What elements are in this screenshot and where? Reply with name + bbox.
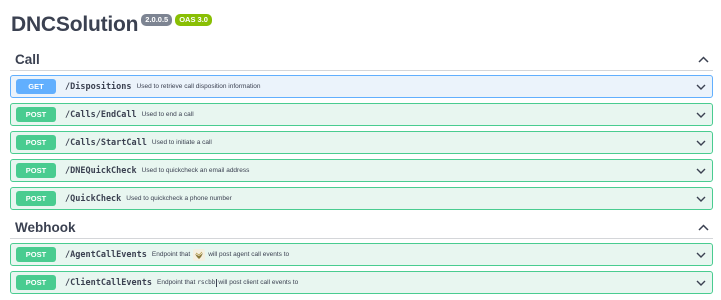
operation-summary: Used to quickcheck a phone number xyxy=(126,195,232,202)
operation-post-client-call-events[interactable]: POST /ClientCallEvents Endpoint that rsc… xyxy=(10,271,713,294)
operation-path: /Calls/StartCall xyxy=(65,137,147,148)
section-webhook[interactable]: Webhook xyxy=(10,217,713,239)
operation-post-agent-call-events[interactable]: POST /AgentCallEvents Endpoint that will… xyxy=(10,243,713,266)
operation-get-dispositions[interactable]: GET /Dispositions Used to retrieve call … xyxy=(10,75,713,98)
section-header-call[interactable]: Call xyxy=(10,49,713,71)
summary-text-after: will post client call events to xyxy=(218,279,299,286)
operation-path: /Calls/EndCall xyxy=(65,109,137,120)
method-badge: POST xyxy=(16,247,56,262)
operation-path: /QuickCheck xyxy=(65,193,122,204)
operation-summary: Used to retrieve call disposition inform… xyxy=(136,83,261,90)
chevron-down-icon[interactable] xyxy=(696,166,706,176)
bird-logo-icon xyxy=(193,248,206,261)
operation-summary: Endpoint that will post agent call event… xyxy=(151,248,290,261)
operation-post-dne-quick-check[interactable]: POST /DNEQuickCheck Used to quickcheck a… xyxy=(10,159,713,182)
section-header-webhook[interactable]: Webhook xyxy=(10,217,713,239)
section-title: Webhook xyxy=(15,220,76,235)
section-title: Call xyxy=(15,52,40,67)
operation-path: /ClientCallEvents xyxy=(65,277,152,288)
chevron-down-icon[interactable] xyxy=(696,110,706,120)
chevron-down-icon[interactable] xyxy=(696,82,706,92)
version-badge: 2.0.0.5 xyxy=(141,14,173,26)
method-badge: POST xyxy=(16,135,56,150)
summary-text-before: Endpoint that xyxy=(151,251,191,258)
summary-code: rscbb xyxy=(197,279,216,286)
api-header: DNCSolution 2.0.0.5 OAS 3.0 xyxy=(11,12,212,38)
operation-summary: Used to initiate a call xyxy=(151,139,212,146)
operation-path: /Dispositions xyxy=(65,81,132,92)
method-badge: GET xyxy=(16,79,56,94)
method-badge: POST xyxy=(16,275,56,290)
summary-text-after: will post agent call events to xyxy=(208,251,290,258)
chevron-up-icon[interactable] xyxy=(697,222,709,234)
api-title: DNCSolution xyxy=(11,13,139,36)
method-badge: POST xyxy=(16,163,56,178)
method-badge: POST xyxy=(16,191,56,206)
operation-post-end-call[interactable]: POST /Calls/EndCall Used to end a call xyxy=(10,103,713,126)
chevron-down-icon[interactable] xyxy=(696,194,706,204)
operation-post-start-call[interactable]: POST /Calls/StartCall Used to initiate a… xyxy=(10,131,713,154)
operation-summary: Used to end a call xyxy=(141,111,194,118)
chevron-down-icon[interactable] xyxy=(696,278,706,288)
chevron-down-icon[interactable] xyxy=(696,138,706,148)
section-call[interactable]: Call xyxy=(10,49,713,71)
operation-post-quick-check[interactable]: POST /QuickCheck Used to quickcheck a ph… xyxy=(10,187,713,210)
operation-summary: Endpoint that rscbb will post client cal… xyxy=(157,278,299,287)
operation-summary: Used to quickcheck an email address xyxy=(141,167,250,174)
oas-badge: OAS 3.0 xyxy=(175,14,212,26)
operation-path: /DNEQuickCheck xyxy=(65,165,137,176)
chevron-down-icon[interactable] xyxy=(696,250,706,260)
chevron-up-icon[interactable] xyxy=(697,54,709,66)
summary-text-before: Endpoint that xyxy=(157,279,196,286)
method-badge: POST xyxy=(16,107,56,122)
operation-path: /AgentCallEvents xyxy=(65,249,147,260)
